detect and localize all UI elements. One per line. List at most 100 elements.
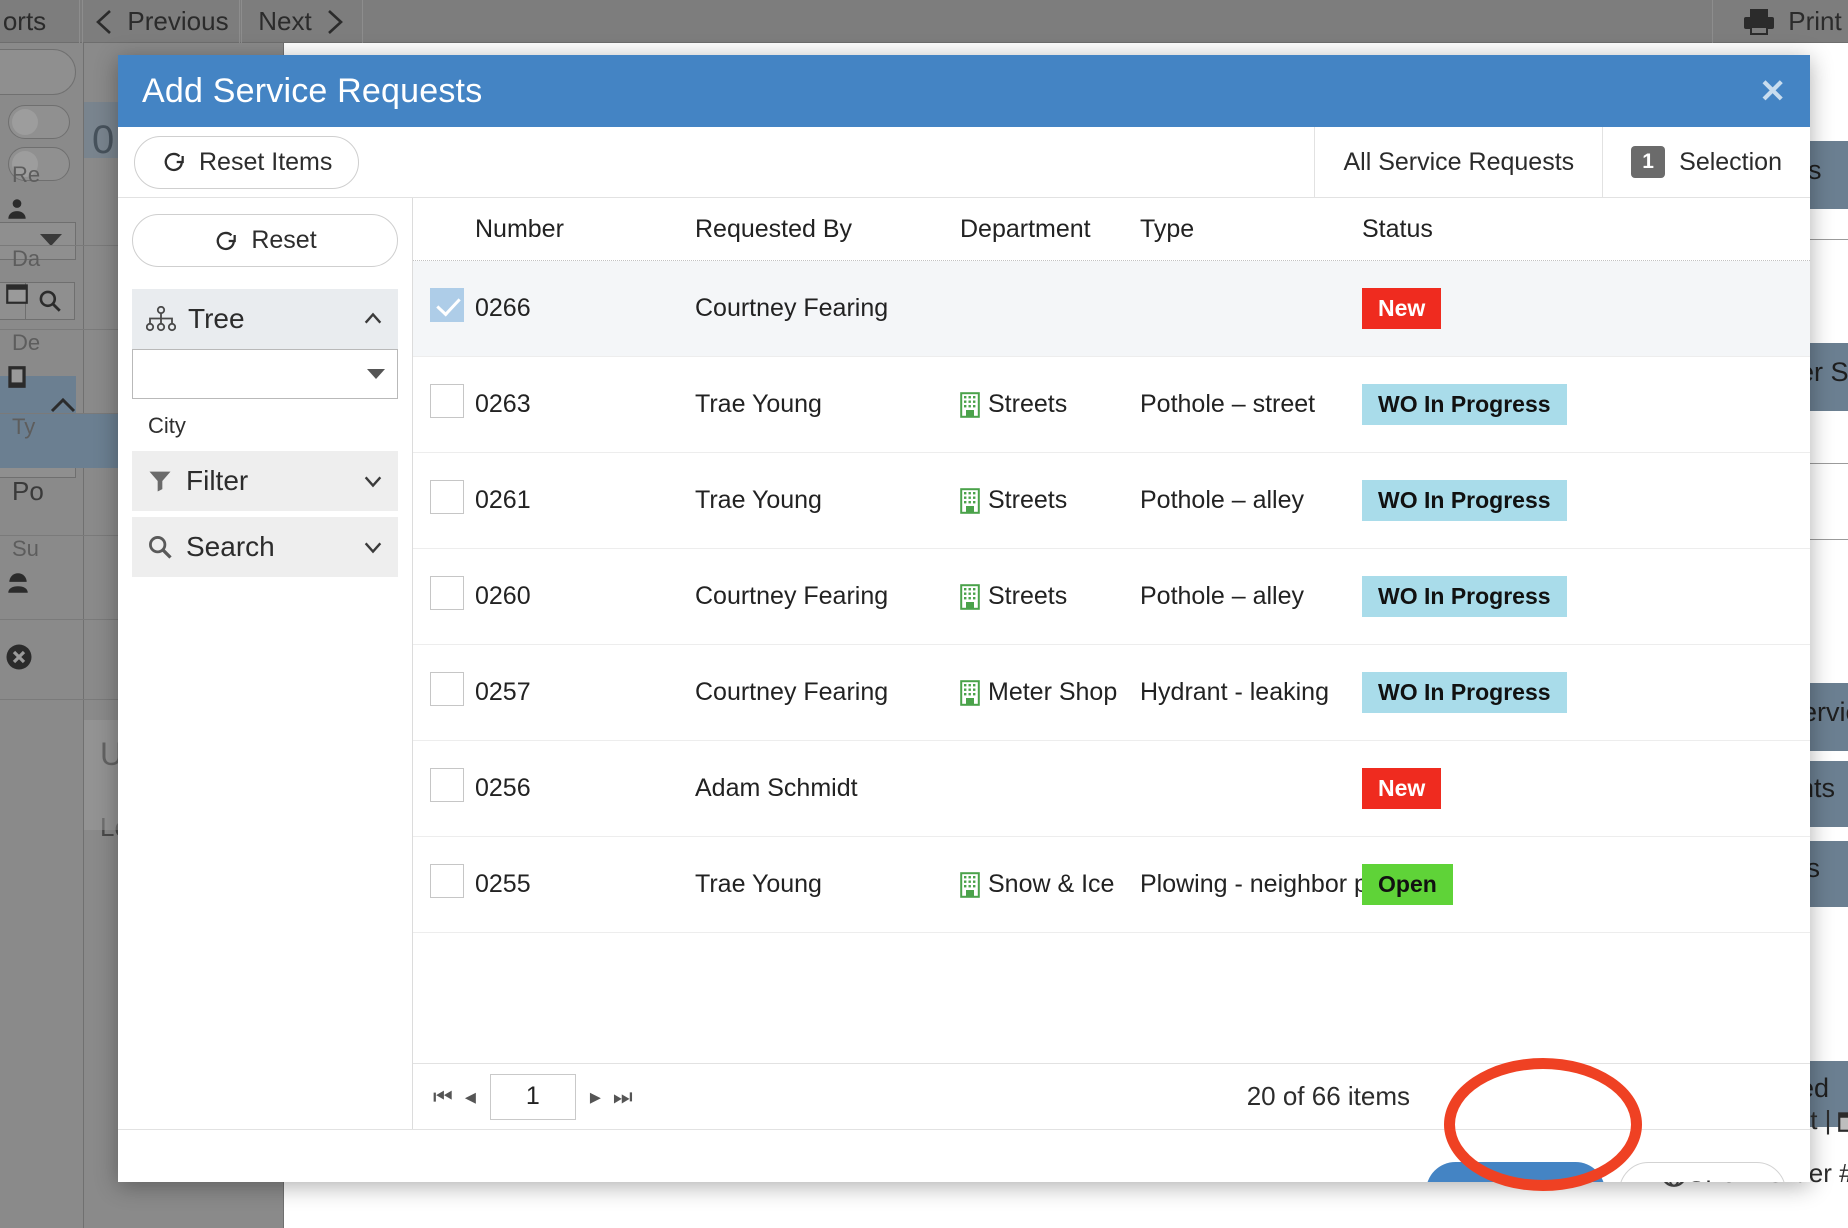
row-department: Snow & Ice <box>960 870 1140 899</box>
grid-pager: ⏮ ◂ 1 ▸ ⏭ 20 of 66 items <box>413 1063 1810 1129</box>
status-badge: WO In Progress <box>1362 576 1567 617</box>
attach-label: Attach <box>1496 1176 1573 1183</box>
background-print-button[interactable]: Print <box>1712 0 1848 43</box>
grid-header-number[interactable]: Number <box>475 215 695 244</box>
tree-node-city-label: City <box>148 413 186 438</box>
building-icon <box>960 583 980 610</box>
sidebar-section-search[interactable]: Search <box>132 517 398 577</box>
row-type: Hydrant - leaking <box>1140 678 1329 706</box>
row-number: 0261 <box>475 486 531 514</box>
sidebar-section-search-label: Search <box>186 531 275 562</box>
page-first-icon[interactable]: ⏮ <box>427 1084 459 1110</box>
row-number: 0257 <box>475 678 531 706</box>
page-number-value: 1 <box>525 1082 540 1110</box>
building-icon <box>8 366 26 388</box>
row-department: Streets <box>960 582 1140 611</box>
screen: orts Previous Next Print Re Da De Ty Po … <box>0 0 1848 1228</box>
grid-header-requested-by[interactable]: Requested By <box>695 215 960 244</box>
row-checkbox[interactable] <box>430 864 464 898</box>
chevron-up-icon <box>364 312 382 324</box>
row-status: WO In Progress <box>1362 672 1810 713</box>
tree-select-input[interactable] <box>132 349 398 399</box>
background-next-label: Next <box>258 6 312 36</box>
x-icon <box>1650 1179 1674 1182</box>
status-badge: New <box>1362 768 1442 809</box>
reset-items-label: Reset Items <box>199 147 333 176</box>
background-tab-reports[interactable]: orts <box>0 0 80 43</box>
sidebar-section-search-label-group: Search <box>146 531 275 563</box>
background-previous-button[interactable]: Previous <box>82 0 240 43</box>
table-row[interactable]: 0263 Trae Young Streets Pothole – street… <box>413 357 1810 453</box>
status-badge: WO In Progress <box>1362 672 1567 713</box>
tab-all-service-requests[interactable]: All Service Requests <box>1315 127 1604 197</box>
sidebar-section-tree-label: Tree <box>188 303 245 334</box>
sidebar-section-filter[interactable]: Filter <box>132 451 398 511</box>
calendar-icon <box>6 284 28 304</box>
row-checkbox[interactable] <box>430 288 464 322</box>
row-department-label: Meter Shop <box>988 678 1118 706</box>
sidebar-section-tree[interactable]: Tree <box>132 289 398 349</box>
row-checkbox[interactable] <box>430 768 464 802</box>
chevron-down-icon <box>367 369 385 379</box>
background-tab-reports-label: orts <box>2 6 47 36</box>
background-field-date-label: Da <box>12 246 41 271</box>
row-requested-by: Trae Young <box>695 486 822 514</box>
row-checkbox[interactable] <box>430 480 464 514</box>
tree-icon <box>146 306 176 332</box>
row-status: WO In Progress <box>1362 480 1810 521</box>
table-row[interactable]: 0261 Trae Young Streets Pothole – alley … <box>413 453 1810 549</box>
cancel-icon <box>6 644 32 670</box>
tab-selection[interactable]: 1 Selection <box>1603 127 1810 197</box>
page-number-input[interactable]: 1 <box>489 1073 576 1120</box>
row-checkbox-cell <box>413 864 475 905</box>
sidebar-section-filter-label: Filter <box>186 465 249 496</box>
tree-node-city[interactable]: City <box>132 399 398 451</box>
row-checkbox[interactable] <box>430 384 464 418</box>
worker-icon <box>8 573 28 593</box>
reset-items-button[interactable]: Reset Items <box>134 135 360 189</box>
table-row[interactable]: 0256 Adam Schmidt New <box>413 741 1810 837</box>
reset-button[interactable]: Reset <box>132 214 398 267</box>
row-checkbox-cell <box>413 672 475 713</box>
row-department: Meter Shop <box>960 678 1140 707</box>
table-row[interactable]: 0255 Trae Young Snow & Ice Plowing - nei… <box>413 837 1810 933</box>
page-prev-icon[interactable]: ◂ <box>459 1084 482 1110</box>
row-department-label: Streets <box>988 390 1068 418</box>
chevron-right-icon <box>327 9 343 34</box>
row-requested-by: Courtney Fearing <box>695 294 889 322</box>
background-toggle-1[interactable] <box>8 105 70 139</box>
row-requested-by: Trae Young <box>695 870 822 898</box>
grid-header-type[interactable]: Type <box>1140 215 1362 244</box>
row-number: 0256 <box>475 774 531 802</box>
row-status: New <box>1362 288 1810 329</box>
dialog-toolbar: Reset Items All Service Requests 1 Selec… <box>118 127 1810 198</box>
background-next-button[interactable]: Next <box>241 0 363 43</box>
status-badge: Open <box>1362 864 1453 905</box>
grid-header-department[interactable]: Department <box>960 215 1140 244</box>
building-icon <box>960 679 980 706</box>
table-row[interactable]: 0266 Courtney Fearing New <box>413 261 1810 357</box>
page-next-icon[interactable]: ▸ <box>584 1084 607 1110</box>
close-label: Close <box>1686 1176 1755 1183</box>
background-field-requested-label: Re <box>12 162 41 187</box>
row-status: WO In Progress <box>1362 384 1810 425</box>
page-last-icon[interactable]: ⏭ <box>607 1084 639 1110</box>
status-badge: New <box>1362 288 1442 329</box>
attach-button[interactable]: Attach <box>1426 1161 1605 1183</box>
close-button[interactable]: Close <box>1618 1161 1786 1183</box>
row-checkbox[interactable] <box>430 576 464 610</box>
grid-header-status[interactable]: Status <box>1362 215 1810 244</box>
table-row[interactable]: 0260 Courtney Fearing Streets Pothole – … <box>413 549 1810 645</box>
row-checkbox-cell <box>413 384 475 425</box>
grid-header-row: Number Requested By Department Type Stat… <box>413 198 1810 261</box>
printer-icon <box>1744 8 1775 35</box>
close-icon[interactable]: ✕ <box>1759 75 1786 107</box>
sidebar-section-tree-label-group: Tree <box>146 303 245 335</box>
table-row[interactable]: 0257 Courtney Fearing Meter Shop Hydrant… <box>413 645 1810 741</box>
filter-sidebar: Reset Tree City Filter Search <box>118 198 413 1129</box>
tab-selection-label: Selection <box>1679 147 1782 176</box>
sidebar-section-filter-label-group: Filter <box>146 465 248 497</box>
chevron-down-icon <box>364 542 382 554</box>
dialog-footer: Attach Close <box>118 1129 1810 1182</box>
row-checkbox[interactable] <box>430 672 464 706</box>
